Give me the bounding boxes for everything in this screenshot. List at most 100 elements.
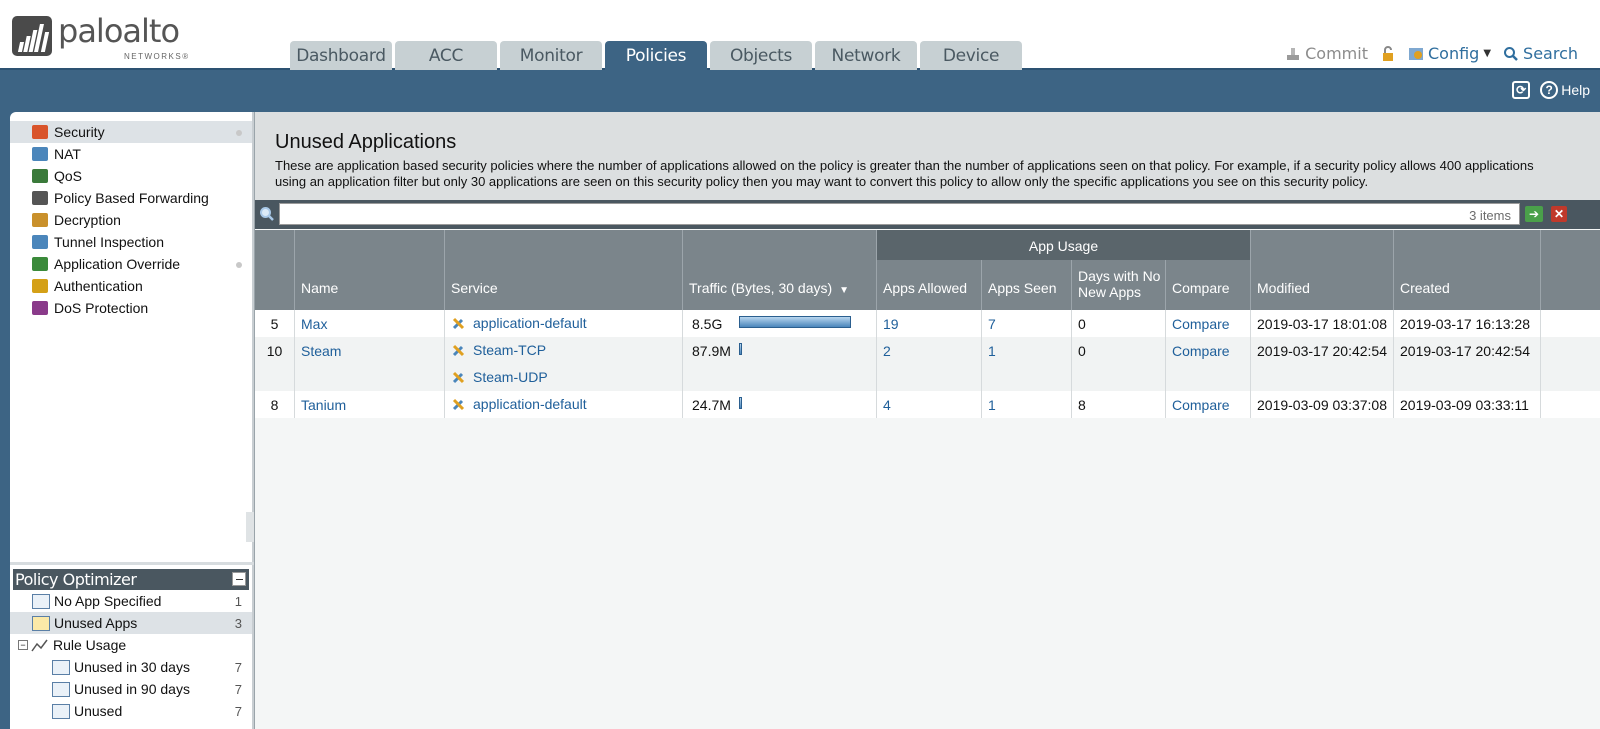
policy-optimizer-panel: Policy Optimizer No App Specified 1 Unus… xyxy=(10,565,254,729)
tab-policies[interactable]: Policies xyxy=(605,41,707,70)
page-title: Unused Applications xyxy=(275,131,457,153)
apps-seen-link[interactable]: 1 xyxy=(982,391,1072,418)
nav-item-decryption[interactable]: Decryption xyxy=(10,209,252,231)
traffic-header-label: Traffic (Bytes, 30 days) xyxy=(689,280,833,296)
col-apps-allowed-header[interactable]: Apps Allowed xyxy=(877,260,982,310)
unused-apps-table: Name Service Traffic (Bytes, 30 days) ▼ … xyxy=(255,230,1600,418)
refresh-icon[interactable]: ⟳ xyxy=(1512,81,1531,99)
collapse-icon[interactable] xyxy=(232,572,246,586)
apps-allowed-link[interactable]: 19 xyxy=(877,310,982,337)
col-compare-header[interactable]: Compare xyxy=(1166,260,1251,310)
optimizer-item-rule-usage[interactable]: − Rule Usage xyxy=(10,634,252,656)
col-extra-header xyxy=(1541,230,1600,310)
optimizer-item-label: Rule Usage xyxy=(53,637,127,653)
optimizer-item-count: 7 xyxy=(234,659,242,675)
nav-item-pbf[interactable]: Policy Based Forwarding xyxy=(10,187,252,209)
traffic-cell: 24.7M xyxy=(683,391,877,418)
apps-allowed-link[interactable]: 2 xyxy=(877,337,982,391)
days-no-new-apps: 0 xyxy=(1072,337,1166,391)
optimizer-item-unused-90-days[interactable]: Unused in 90 days 7 xyxy=(10,678,252,700)
list-icon xyxy=(52,681,70,697)
rule-name-link[interactable]: Steam xyxy=(295,337,445,391)
logo-subtitle: NETWORKS® xyxy=(124,52,190,61)
nav-item-application-override[interactable]: Application Override xyxy=(10,253,252,275)
tab-monitor[interactable]: Monitor xyxy=(500,41,602,70)
search-icon xyxy=(1503,46,1519,62)
optimizer-item-unused[interactable]: Unused 7 xyxy=(10,700,252,722)
toolbar-band: ⟳ ? Help xyxy=(0,70,1600,112)
apps-seen-link[interactable]: 1 xyxy=(982,337,1072,391)
help-button[interactable]: ? Help xyxy=(1540,81,1590,99)
rule-name-link[interactable]: Max xyxy=(295,310,445,337)
service-tool-icon xyxy=(451,369,467,385)
commit-icon xyxy=(1285,46,1301,62)
nav-item-label: Tunnel Inspection xyxy=(54,234,164,250)
optimizer-item-count: 7 xyxy=(234,681,242,697)
tab-acc[interactable]: ACC xyxy=(395,41,497,70)
app-usage-group-header: App Usage xyxy=(877,230,1251,260)
apply-filter-icon[interactable]: ➔ xyxy=(1525,206,1543,222)
traffic-bar xyxy=(739,343,742,355)
table-row[interactable]: 10 Steam Steam-TCP Steam-UDP 87.9M 2 1 0… xyxy=(255,337,1600,391)
clear-filter-icon[interactable]: ✕ xyxy=(1551,206,1567,222)
policy-optimizer-title: Policy Optimizer xyxy=(15,570,137,589)
lock-button[interactable] xyxy=(1380,45,1396,62)
col-apps-seen-header[interactable]: Apps Seen xyxy=(982,260,1072,310)
service-tool-icon xyxy=(451,342,467,358)
search-label: Search xyxy=(1523,44,1578,63)
col-created-header[interactable]: Created xyxy=(1394,230,1541,310)
rule-name-link[interactable]: Tanium xyxy=(295,391,445,418)
filter-input[interactable]: 3 items xyxy=(279,203,1520,225)
tab-objects[interactable]: Objects xyxy=(710,41,812,70)
table-row[interactable]: 5 Max application-default 8.5G 19 7 0 Co… xyxy=(255,310,1600,337)
nav-item-label: Policy Based Forwarding xyxy=(54,190,209,206)
service-link[interactable]: application-default xyxy=(451,394,682,414)
traffic-value: 8.5G xyxy=(692,316,723,332)
search-button[interactable]: Search xyxy=(1503,44,1578,63)
col-modified-header[interactable]: Modified xyxy=(1251,230,1394,310)
table-row[interactable]: 8 Tanium application-default 24.7M 4 1 8… xyxy=(255,391,1600,418)
optimizer-item-unused-apps[interactable]: Unused Apps 3 xyxy=(10,612,252,634)
nav-item-dos-protection[interactable]: DoS Protection xyxy=(10,297,252,319)
optimizer-item-unused-30-days[interactable]: Unused in 30 days 7 xyxy=(10,656,252,678)
paloalto-logo: paloalto NETWORKS® xyxy=(12,12,202,64)
config-button[interactable]: Config ▼ xyxy=(1408,44,1491,63)
service-link[interactable]: Steam-TCP xyxy=(451,340,682,360)
col-traffic-header[interactable]: Traffic (Bytes, 30 days) ▼ xyxy=(683,230,877,310)
apps-allowed-link[interactable]: 4 xyxy=(877,391,982,418)
col-service-header[interactable]: Service xyxy=(445,230,683,310)
col-name-header[interactable]: Name xyxy=(295,230,445,310)
nav-item-tunnel-inspection[interactable]: Tunnel Inspection xyxy=(10,231,252,253)
tab-dashboard[interactable]: Dashboard xyxy=(290,41,392,70)
optimizer-item-count: 1 xyxy=(234,593,242,609)
commit-button[interactable]: Commit xyxy=(1285,44,1368,63)
service-link[interactable]: Steam-UDP xyxy=(451,367,682,387)
no-app-icon xyxy=(32,593,50,609)
traffic-bar xyxy=(739,397,742,409)
optimizer-item-label: Unused in 30 days xyxy=(74,659,190,675)
tab-device[interactable]: Device xyxy=(920,41,1022,70)
nav-item-nat[interactable]: NAT xyxy=(10,143,252,165)
service-cell: application-default xyxy=(445,391,683,418)
sidebar-collapse-handle[interactable] xyxy=(246,512,254,542)
col-days-no-new-header[interactable]: Days with No New Apps xyxy=(1072,260,1166,310)
nav-item-qos[interactable]: QoS xyxy=(10,165,252,187)
pbf-icon xyxy=(32,191,48,205)
lock-icon xyxy=(32,213,48,227)
traffic-cell: 87.9M xyxy=(683,337,877,391)
optimizer-item-no-app-specified[interactable]: No App Specified 1 xyxy=(10,590,252,612)
apps-seen-link[interactable]: 7 xyxy=(982,310,1072,337)
compare-link[interactable]: Compare xyxy=(1166,337,1251,391)
tree-collapse-icon[interactable]: − xyxy=(18,640,28,650)
compare-link[interactable]: Compare xyxy=(1166,310,1251,337)
service-link[interactable]: application-default xyxy=(451,313,682,333)
created-date: 2019-03-17 20:42:54 xyxy=(1394,337,1541,391)
modified-date: 2019-03-17 18:01:08 xyxy=(1251,310,1394,337)
compare-link[interactable]: Compare xyxy=(1166,391,1251,418)
warning-icon xyxy=(32,615,50,631)
tab-network[interactable]: Network xyxy=(815,41,917,70)
nav-item-security[interactable]: Security xyxy=(10,121,252,143)
days-no-new-apps: 8 xyxy=(1072,391,1166,418)
chevron-down-icon: ▼ xyxy=(1483,48,1492,59)
nav-item-authentication[interactable]: Authentication xyxy=(10,275,252,297)
